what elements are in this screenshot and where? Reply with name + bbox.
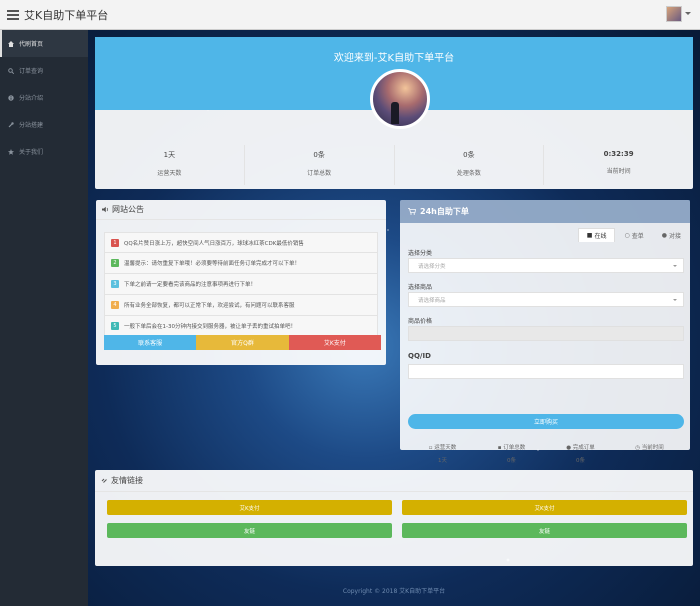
sidebar: 代刷首页 订单查询 分站介绍 分站搭建 关于我们 — [0, 30, 88, 606]
product-select[interactable]: 请选择商品 — [408, 292, 684, 307]
welcome-card: 欢迎来到-艾K自助下单平台 1天 运营天数 0条 订单总数 0条 处理条数 0:… — [95, 37, 693, 189]
aik-pay-button[interactable]: 艾K支付 — [288, 335, 381, 350]
order-stats: ▫ 运营天数 1天 ▪ 订单总数 0条 ● 完成订单 0条 ◷ 当前时间 — [408, 443, 684, 464]
stat-order-total: 0条 订单总数 — [245, 145, 395, 185]
top-navbar: 艾K自助下单平台 — [0, 0, 700, 30]
chevron-down-icon[interactable] — [685, 12, 691, 15]
buy-now-button[interactable]: 立即购买 — [408, 414, 684, 429]
friend-link-aik-pay-1[interactable]: 艾K支付 — [107, 500, 392, 515]
cart-icon — [408, 208, 416, 215]
notice-panel: 网站公告 1 QQ名片赞日涨上万，超快空间人气日涨百万，球球冰红茶CDK最低价销售… — [96, 200, 386, 365]
sidebar-item-substation-intro[interactable]: 分站介绍 — [0, 84, 88, 111]
search-icon: ○ — [624, 231, 630, 239]
volume-icon — [102, 206, 108, 213]
friend-link-1[interactable]: 友链 — [107, 523, 392, 538]
list-item: 4 所有业务全部恢复，都可以正常下单，欢迎尝试，有问题可以联系客服 — [104, 295, 378, 316]
order-panel: 24h自助下单 ■ 在线 ○ 查单 ● 对接 选择分类 请选择分类 选择商品 请选择商… — [400, 200, 690, 464]
site-avatar — [370, 69, 430, 129]
qq-id-input[interactable] — [408, 364, 684, 379]
category-label: 选择分类 — [408, 250, 433, 257]
user-avatar[interactable] — [666, 6, 682, 22]
star-icon — [8, 148, 14, 155]
stat-processed: 0条 处理条数 — [395, 145, 545, 185]
tab-online[interactable]: ■ 在线 — [577, 228, 616, 242]
stat-current-time: 0:32:39 当前时间 — [603, 150, 634, 175]
info-icon: ● — [661, 231, 667, 239]
product-label: 选择商品 — [408, 284, 433, 291]
tab-integrate[interactable]: ● 对接 — [653, 228, 690, 242]
order-stat-time: ◷ 当前时间 — [635, 445, 664, 451]
qq-id-label: QQ/ID — [408, 352, 431, 360]
order-stat-total: ▪ 订单总数 0条 — [497, 445, 526, 464]
footer-copyright: Copyright © 2018 艾K自助下单平台 — [342, 588, 446, 595]
notice-buttons: 联系客服 官方Q群 艾K支付 — [104, 335, 381, 350]
site-stats: 1天 运营天数 0条 订单总数 0条 处理条数 0:32:39 当前时间 — [95, 145, 693, 185]
sidebar-item-home[interactable]: 代刷首页 — [0, 30, 88, 57]
list-item: 2 温馨提示：请勿重复下单哦！必须要等待前面任务订单完成才可以下单！ — [104, 253, 378, 274]
wrench-icon — [8, 121, 14, 128]
list-item: 3 下单之前请一定要看完该商品的注意事项再进行下单！ — [104, 274, 378, 295]
friend-link-2[interactable]: 友链 — [402, 523, 687, 538]
friend-links-panel: 友情链接 艾K支付 艾K支付 友链 友链 — [95, 470, 693, 566]
friend-links-grid: 艾K支付 艾K支付 友链 友链 — [107, 500, 687, 538]
cart-icon: ■ — [586, 232, 593, 239]
price-field — [408, 326, 684, 341]
chevron-down-icon — [673, 265, 677, 267]
friend-links-title: 友情链接 — [95, 470, 693, 492]
category-select[interactable]: 请选择分类 — [408, 258, 684, 273]
friend-link-aik-pay-2[interactable]: 艾K支付 — [402, 500, 687, 515]
search-icon — [8, 67, 14, 74]
menu-toggle-icon[interactable] — [7, 9, 19, 20]
stat-uptime-days: 1天 运营天数 — [95, 145, 245, 185]
list-item: 5 一般下单后会在1-30分钟内接交到服务器，被让单子丢的重试拍单吧！ — [104, 316, 378, 337]
link-icon — [101, 478, 107, 483]
welcome-title: 欢迎来到-艾K自助下单平台 — [333, 53, 455, 64]
list-item: 1 QQ名片赞日涨上万，超快空间人气日涨百万，球球冰红茶CDK最低价销售 — [104, 232, 378, 253]
sidebar-item-order-query[interactable]: 订单查询 — [0, 57, 88, 84]
order-stat-completed: ● 完成订单 0条 — [566, 445, 595, 464]
sidebar-item-label: 关于我们 — [19, 149, 44, 156]
order-stat-uptime: ▫ 运营天数 1天 — [428, 445, 457, 464]
info-icon — [8, 94, 14, 101]
tab-query[interactable]: ○ 查单 — [615, 228, 652, 242]
sidebar-item-label: 订单查询 — [19, 68, 44, 75]
contact-support-button[interactable]: 联系客服 — [104, 335, 197, 350]
site-title[interactable]: 艾K自助下单平台 — [24, 7, 108, 23]
chevron-down-icon — [673, 299, 677, 301]
sidebar-item-substation-build[interactable]: 分站搭建 — [0, 111, 88, 138]
order-panel-header: 24h自助下单 — [400, 200, 690, 223]
official-qq-group-button[interactable]: 官方Q群 — [196, 335, 289, 350]
sidebar-item-about[interactable]: 关于我们 — [0, 138, 88, 165]
sidebar-item-label: 分站搭建 — [19, 122, 44, 129]
order-tabs: ■ 在线 ○ 查单 ● 对接 — [577, 228, 690, 242]
price-label: 商品价格 — [408, 318, 433, 325]
home-icon — [8, 40, 14, 47]
sidebar-item-label: 代刷首页 — [19, 41, 44, 48]
sidebar-item-label: 分站介绍 — [19, 95, 44, 102]
notice-panel-title: 网站公告 — [96, 200, 386, 220]
main-content: 欢迎来到-艾K自助下单平台 1天 运营天数 0条 订单总数 0条 处理条数 0:… — [88, 30, 700, 606]
notice-list: 1 QQ名片赞日涨上万，超快空间人气日涨百万，球球冰红茶CDK最低价销售 2 温馨提… — [104, 232, 378, 337]
